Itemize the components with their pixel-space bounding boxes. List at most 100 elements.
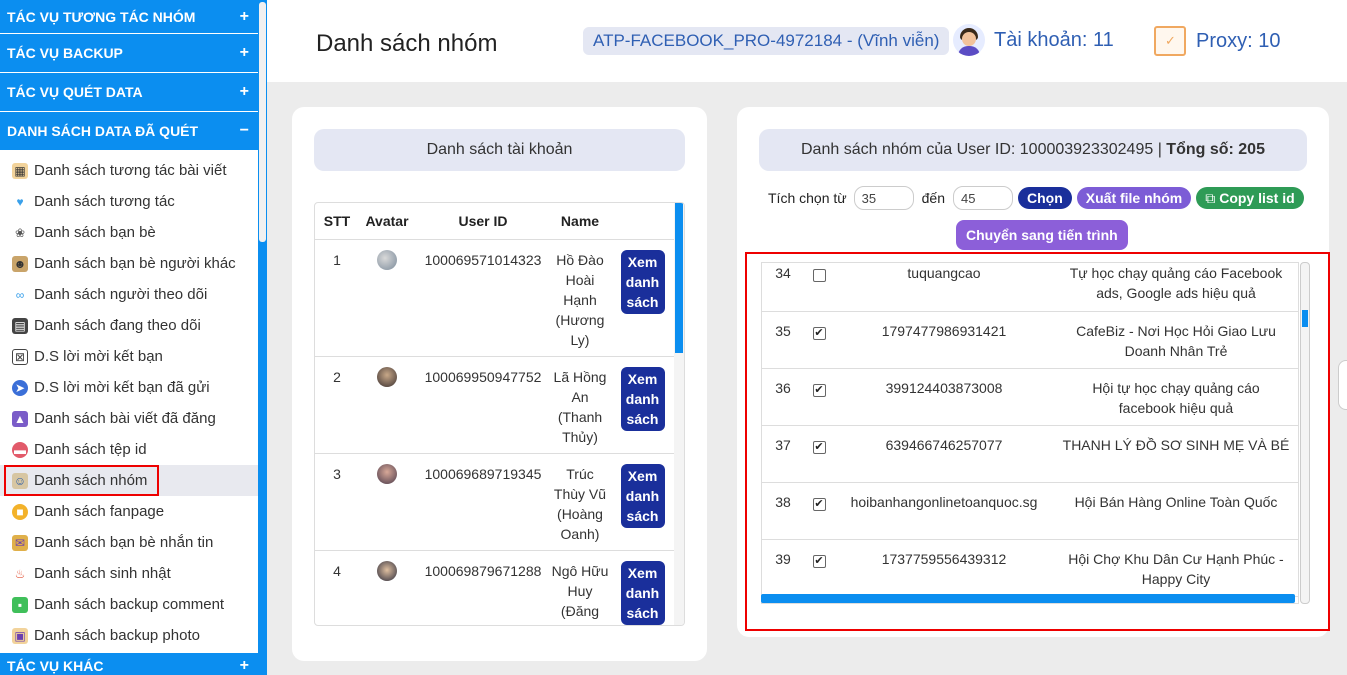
view-list-button[interactable]: Xem danh sách xyxy=(620,366,665,431)
row-name: Lã Hồng An (Thanh Thủy) xyxy=(551,356,609,454)
groups-vertical-scrollbar[interactable] xyxy=(1300,262,1310,604)
post-icon: ▲ xyxy=(12,410,28,427)
proxy-count: Proxy: 10 xyxy=(1196,29,1281,52)
copy-icon: ⧉ xyxy=(1205,189,1216,206)
sidebar-item-label: Danh sách backup photo xyxy=(34,627,200,644)
sidebar-item-sent-requests[interactable]: ➤ D.S lời mời kết bạn đã gửi xyxy=(0,372,258,403)
expand-icon[interactable]: + xyxy=(240,657,249,675)
sidebar-item-birthdays[interactable]: ♨ Danh sách sinh nhật xyxy=(0,558,258,589)
row-checkbox[interactable]: ✔ xyxy=(812,497,826,511)
sidebar-item-label: Danh sách tương tác xyxy=(34,193,175,210)
row-checkbox-cell: ✔ xyxy=(804,425,834,483)
row-stt: 3 xyxy=(315,453,359,551)
sidebar-item-backup-comments[interactable]: ▪ Danh sách backup comment xyxy=(0,589,258,620)
row-stt: 4 xyxy=(315,550,359,625)
row-number: 37 xyxy=(762,425,804,483)
sidebar-item-others-friends[interactable]: ☻ Danh sách bạn bè người khác xyxy=(0,248,258,279)
row-checkbox[interactable] xyxy=(812,269,826,283)
row-avatar xyxy=(359,550,415,625)
row-checkbox[interactable]: ✔ xyxy=(812,554,826,568)
to-input[interactable] xyxy=(953,186,1013,210)
sidebar-item-groups[interactable]: ☺ Danh sách nhóm xyxy=(0,465,258,496)
friends-icon: ❀ xyxy=(14,225,26,240)
sidebar-item-label: Danh sách fanpage xyxy=(34,503,165,520)
from-input[interactable] xyxy=(853,186,914,210)
row-stt: 2 xyxy=(315,356,359,454)
sidebar-item-message-friends[interactable]: ✉ Danh sách bạn bè nhắn tin xyxy=(0,527,258,558)
highlight-box xyxy=(4,465,159,496)
row-checkbox-cell: ✔ xyxy=(804,482,834,540)
section-other-tasks[interactable]: TÁC VỤ KHÁC + xyxy=(0,653,258,675)
choose-button[interactable]: Chọn xyxy=(1018,187,1072,209)
row-group-name: Hội Bán Hàng Online Toàn Quốc xyxy=(1054,482,1298,540)
sidebar-scrollbar[interactable] xyxy=(258,0,267,675)
sidebar-item-post-interactions[interactable]: ▦ Danh sách tương tác bài viết xyxy=(0,155,258,186)
accounts-table-container: STT Avatar User ID Name 1 10006957101432… xyxy=(314,202,685,626)
scrollbar-thumb[interactable] xyxy=(259,2,266,242)
section-label: TÁC VỤ KHÁC xyxy=(7,657,104,674)
sidebar-item-label: Danh sách backup comment xyxy=(34,596,225,613)
section-scanned-data[interactable]: DANH SÁCH DATA ĐÃ QUÉT − xyxy=(0,112,258,151)
row-checkbox[interactable]: ✔ xyxy=(812,326,826,340)
groups-table: 34 tuquangcao Tự học chạy quảng cáo Face… xyxy=(762,263,1298,597)
scrollbar-thumb[interactable] xyxy=(1302,310,1308,327)
scrollbar-thumb[interactable] xyxy=(675,203,683,353)
expand-icon[interactable]: + xyxy=(240,83,249,101)
sidebar-item-fanpages[interactable]: ■ Danh sách fanpage xyxy=(0,496,258,527)
row-checkbox[interactable]: ✔ xyxy=(812,440,826,454)
row-group-name: Hội Chợ Khu Dân Cư Hạnh Phúc - Happy Cit… xyxy=(1054,539,1298,597)
groups-table-container: 34 tuquangcao Tự học chạy quảng cáo Face… xyxy=(761,262,1299,604)
accounts-scrollbar[interactable] xyxy=(674,203,684,625)
table-row: 4 100069879671288 Ngô Hữu Huy (Đăng Xem … xyxy=(315,550,676,625)
row-name: Hồ Đào Hoài Hạnh (Hương Ly) xyxy=(551,239,609,357)
view-list-button[interactable]: Xem danh sách xyxy=(620,560,665,625)
view-list-button[interactable]: Xem danh sách xyxy=(620,249,665,314)
avatar xyxy=(377,560,397,581)
sidebar-item-followers[interactable]: ∞ Danh sách người theo dõi xyxy=(0,279,258,310)
section-group-tasks[interactable]: TÁC VỤ TƯƠNG TÁC NHÓM + xyxy=(0,0,258,34)
row-user-id: 100069879671288 xyxy=(415,550,551,625)
section-backup-tasks[interactable]: TÁC VỤ BACKUP + xyxy=(0,34,258,73)
row-avatar xyxy=(359,239,415,357)
view-list-button[interactable]: Xem danh sách xyxy=(620,463,665,528)
fanpage-icon: ■ xyxy=(12,503,28,520)
sidebar-item-following[interactable]: ▤ Danh sách đang theo dõi xyxy=(0,310,258,341)
sidebar-item-posts[interactable]: ▲ Danh sách bài viết đã đăng xyxy=(0,403,258,434)
groups-horizontal-scrollbar[interactable] xyxy=(761,594,1295,603)
table-row: 3 100069689719345 Trúc Thùy Vũ (Hoàng Oa… xyxy=(315,453,676,551)
row-checkbox[interactable]: ✔ xyxy=(812,383,826,397)
sidebar-item-label: D.S lời mời kết bạn xyxy=(34,348,163,365)
interaction-icon: ▦ xyxy=(12,162,28,179)
col-action xyxy=(609,203,676,240)
accounts-panel-heading: Danh sách tài khoản xyxy=(314,129,685,171)
row-group-name: CafeBiz - Nơi Học Hỏi Giao Lưu Doanh Nhâ… xyxy=(1054,311,1298,369)
sidebar-item-label: Danh sách sinh nhật xyxy=(34,565,171,582)
header: Danh sách nhóm ATP-FACEBOOK_PRO-4972184 … xyxy=(267,0,1347,82)
section-scan-tasks[interactable]: TÁC VỤ QUÉT DATA + xyxy=(0,73,258,112)
expand-icon[interactable]: + xyxy=(240,8,249,26)
transfer-to-process-button[interactable]: Chuyển sang tiến trình xyxy=(956,220,1128,250)
row-avatar xyxy=(359,356,415,454)
row-action: Xem danh sách xyxy=(609,453,676,551)
table-row: 34 tuquangcao Tự học chạy quảng cáo Face… xyxy=(762,263,1298,312)
sidebar-item-interactions[interactable]: ♥ Danh sách tương tác xyxy=(0,186,258,217)
sidebar-item-friend-requests[interactable]: ⊠ D.S lời mời kết bạn xyxy=(0,341,258,372)
export-groups-button[interactable]: Xuất file nhóm xyxy=(1076,187,1192,209)
copy-list-id-button[interactable]: ⧉ Copy list id xyxy=(1196,187,1304,209)
section-label: TÁC VỤ BACKUP xyxy=(7,45,123,61)
sidebar-item-label: Danh sách bạn bè người khác xyxy=(34,255,236,272)
sidebar-item-backup-photos[interactable]: ▣ Danh sách backup photo xyxy=(0,620,258,651)
table-row: 36 ✔ 399124403873008 Hội tự học chạy quả… xyxy=(762,368,1298,426)
id-file-icon: ▬ xyxy=(12,441,28,458)
row-group-id: tuquangcao xyxy=(834,263,1054,312)
expand-icon[interactable]: + xyxy=(240,44,249,62)
side-drawer-tab[interactable] xyxy=(1338,360,1347,410)
sidebar-item-friends[interactable]: ❀ Danh sách bạn bè xyxy=(0,217,258,248)
page-title: Danh sách nhóm xyxy=(316,30,498,57)
sidebar-item-id-files[interactable]: ▬ Danh sách tệp id xyxy=(0,434,258,465)
avatar xyxy=(377,366,397,387)
collapse-icon[interactable]: − xyxy=(240,122,249,140)
sidebar-item-label: Danh sách đang theo dõi xyxy=(34,317,201,334)
sidebar-item-label: Danh sách bài viết đã đăng xyxy=(34,410,216,427)
avatar xyxy=(377,249,397,270)
